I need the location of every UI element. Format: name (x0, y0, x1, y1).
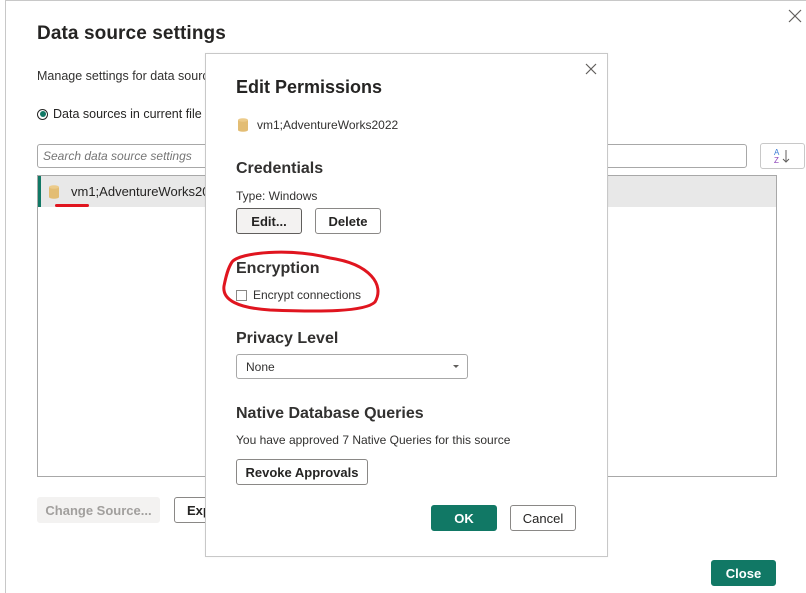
native-queries-heading: Native Database Queries (236, 405, 424, 422)
edit-credentials-button[interactable]: Edit... (236, 208, 302, 234)
data-source-name: vm1;AdventureWorks2022 (238, 118, 398, 132)
chevron-down-icon (453, 365, 459, 368)
database-icon (49, 184, 59, 199)
close-icon[interactable] (786, 7, 804, 25)
cancel-button[interactable]: Cancel (510, 505, 576, 531)
credential-type: Type: Windows (236, 189, 318, 203)
credentials-heading: Credentials (236, 160, 324, 177)
data-source-label: vm1;AdventureWorks2022 (257, 118, 399, 132)
svg-text:Z: Z (774, 156, 779, 165)
dialog-title: Edit Permissions (236, 77, 383, 97)
scope-radio-current-file[interactable]: Data sources in current file (37, 107, 202, 121)
radio-label: Data sources in current file (53, 107, 202, 121)
delete-credentials-button[interactable]: Delete (315, 208, 381, 234)
dialog-description: Manage settings for data sources (37, 69, 222, 83)
privacy-level-select[interactable]: None (236, 354, 468, 379)
encryption-heading: Encryption (236, 260, 320, 277)
native-queries-text: You have approved 7 Native Queries for t… (236, 433, 511, 447)
radio-selected-icon[interactable] (37, 108, 48, 120)
edit-permissions-dialog: Edit Permissions vm1;AdventureWorks2022 … (205, 53, 608, 557)
privacy-level-heading: Privacy Level (236, 330, 339, 347)
checkbox-unchecked-icon[interactable] (236, 289, 247, 301)
revoke-approvals-button[interactable]: Revoke Approvals (236, 459, 368, 485)
close-button[interactable]: Close (711, 560, 776, 586)
encrypt-connections-checkbox[interactable]: Encrypt connections (236, 288, 361, 302)
sort-button[interactable]: A Z (760, 143, 805, 169)
close-icon[interactable] (583, 61, 599, 77)
change-source-button[interactable]: Change Source... (37, 497, 160, 523)
ok-button[interactable]: OK (431, 505, 497, 531)
list-item-label: vm1;AdventureWorks2022 (71, 184, 224, 199)
checkbox-label: Encrypt connections (253, 288, 362, 302)
red-annotation-underline (55, 204, 89, 207)
dialog-title: Data source settings (37, 23, 226, 44)
sort-az-icon: A Z (774, 148, 789, 165)
database-icon (238, 118, 248, 132)
privacy-level-value: None (246, 359, 275, 374)
